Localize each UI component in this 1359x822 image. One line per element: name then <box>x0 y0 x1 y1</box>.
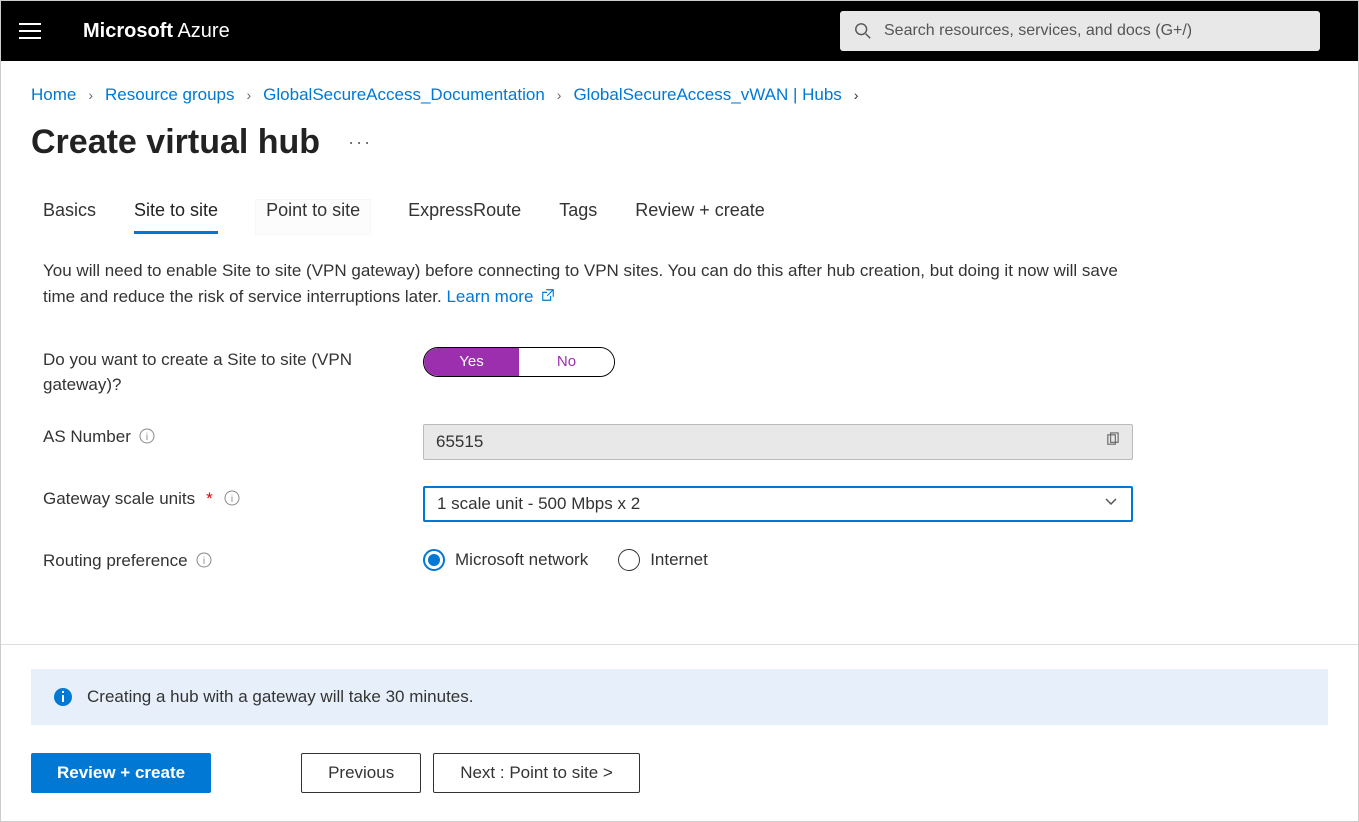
create-gateway-label: Do you want to create a Site to site (VP… <box>43 347 423 398</box>
button-row: Review + create Previous Next : Point to… <box>1 725 1358 821</box>
learn-more-link[interactable]: Learn more <box>446 287 555 306</box>
chevron-right-icon: › <box>854 87 859 103</box>
scale-units-label: Gateway scale units * i <box>43 486 423 512</box>
row-routing-preference: Routing preference i Microsoft network I… <box>43 548 1316 574</box>
radio-circle-icon <box>423 549 445 571</box>
previous-button[interactable]: Previous <box>301 753 421 793</box>
as-number-field: 65515 <box>423 424 1133 460</box>
hamburger-menu-icon[interactable] <box>19 19 43 43</box>
row-scale-units: Gateway scale units * i 1 scale unit - 5… <box>43 486 1316 522</box>
tab-site-to-site[interactable]: Site to site <box>134 200 218 234</box>
routing-preference-label: Routing preference i <box>43 548 423 574</box>
routing-radio-group: Microsoft network Internet <box>423 549 708 571</box>
chevron-right-icon: › <box>88 87 93 103</box>
as-number-label: AS Number i <box>43 424 423 450</box>
svg-text:i: i <box>231 494 233 505</box>
brand-label: Microsoft Azure <box>83 20 230 43</box>
chevron-down-icon <box>1103 493 1119 514</box>
review-create-button[interactable]: Review + create <box>31 753 211 793</box>
toggle-no[interactable]: No <box>519 348 614 376</box>
form: Do you want to create a Site to site (VP… <box>43 347 1316 574</box>
toggle-yes[interactable]: Yes <box>424 348 519 376</box>
search-icon <box>854 22 872 40</box>
search-input[interactable] <box>884 22 1306 40</box>
external-link-icon <box>541 284 555 310</box>
tab-tags[interactable]: Tags <box>559 200 597 234</box>
footer-section: Creating a hub with a gateway will take … <box>1 644 1358 821</box>
row-as-number: AS Number i 65515 <box>43 424 1316 460</box>
svg-text:i: i <box>146 432 148 443</box>
page-title: Create virtual hub <box>31 123 320 162</box>
more-actions-icon[interactable]: ··· <box>348 132 372 153</box>
top-header: Microsoft Azure <box>1 1 1358 61</box>
info-icon[interactable]: i <box>224 490 240 506</box>
chevron-right-icon: › <box>557 87 562 103</box>
copy-icon[interactable] <box>1105 432 1120 452</box>
info-banner: Creating a hub with a gateway will take … <box>31 669 1328 725</box>
info-icon[interactable]: i <box>196 552 212 568</box>
as-number-value: 65515 <box>436 432 483 452</box>
svg-text:i: i <box>202 556 204 567</box>
next-button[interactable]: Next : Point to site > <box>433 753 640 793</box>
radio-label: Internet <box>650 550 708 570</box>
scale-units-value: 1 scale unit - 500 Mbps x 2 <box>437 494 640 514</box>
info-banner-text: Creating a hub with a gateway will take … <box>87 687 473 707</box>
info-icon <box>53 687 73 707</box>
breadcrumb-home[interactable]: Home <box>31 85 76 105</box>
tab-basics[interactable]: Basics <box>43 200 96 234</box>
content-area: You will need to enable Site to site (VP… <box>1 234 1358 573</box>
tabs: Basics Site to site Point to site Expres… <box>1 170 1358 234</box>
breadcrumb-vwan-hubs[interactable]: GlobalSecureAccess_vWAN | Hubs <box>573 85 841 105</box>
tab-expressroute[interactable]: ExpressRoute <box>408 200 521 234</box>
breadcrumb-documentation[interactable]: GlobalSecureAccess_Documentation <box>263 85 545 105</box>
create-gateway-toggle[interactable]: Yes No <box>423 347 615 377</box>
scale-units-select[interactable]: 1 scale unit - 500 Mbps x 2 <box>423 486 1133 522</box>
breadcrumb: Home › Resource groups › GlobalSecureAcc… <box>1 61 1358 105</box>
description-text: You will need to enable Site to site (VP… <box>43 258 1123 311</box>
radio-internet[interactable]: Internet <box>618 549 708 571</box>
chevron-right-icon: › <box>247 87 252 103</box>
radio-label: Microsoft network <box>455 550 588 570</box>
radio-microsoft-network[interactable]: Microsoft network <box>423 549 588 571</box>
page-title-row: Create virtual hub ··· <box>1 105 1358 170</box>
search-box[interactable] <box>840 11 1320 51</box>
info-icon[interactable]: i <box>139 428 155 444</box>
breadcrumb-resource-groups[interactable]: Resource groups <box>105 85 234 105</box>
radio-circle-icon <box>618 549 640 571</box>
row-create-gateway: Do you want to create a Site to site (VP… <box>43 347 1316 398</box>
tab-point-to-site[interactable]: Point to site <box>256 200 370 234</box>
tab-review-create[interactable]: Review + create <box>635 200 765 234</box>
